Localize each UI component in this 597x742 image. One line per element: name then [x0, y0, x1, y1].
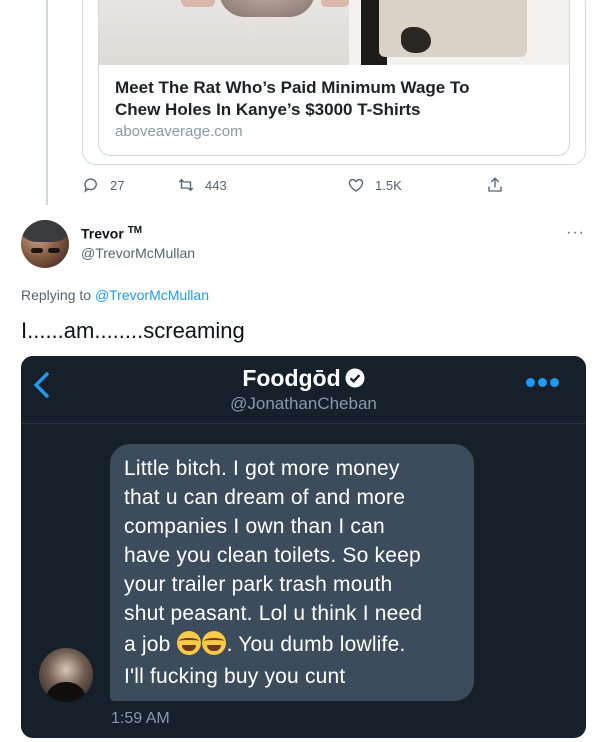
laughing-emoji-icon: [176, 631, 201, 655]
avatar-hair: [21, 220, 69, 242]
like-count: 1.5K: [375, 177, 402, 193]
message-line: shut peasant. Lol u think I need: [124, 602, 423, 625]
more-options-icon[interactable]: ···: [566, 224, 585, 242]
avatar-jacket: [45, 682, 87, 702]
reply-icon: [84, 178, 97, 193]
share-button[interactable]: [486, 176, 504, 194]
reply-count: 27: [110, 177, 125, 193]
dm-sender-avatar: [39, 648, 93, 702]
message-line: Little bitch. I got more money: [124, 457, 400, 480]
display-name[interactable]: Trevor TM: [81, 225, 142, 242]
message-bubble: Little bitch. I got more money that u ca…: [110, 444, 474, 701]
dot: [550, 378, 559, 387]
link-preview-image: [99, 0, 569, 65]
dot: [526, 378, 535, 387]
tweet-action-bar: 27 443 1.5K: [82, 176, 502, 198]
message-line: have you clean toilets. So keep: [124, 544, 421, 567]
display-name-suffix: TM: [127, 225, 143, 236]
shirt: [379, 0, 527, 57]
like-button[interactable]: 1.5K: [347, 176, 402, 194]
link-preview-title-line1: Meet The Rat Who’s Paid Minimum Wage To: [115, 78, 470, 97]
avatar[interactable]: [21, 220, 69, 268]
display-name-text: Trevor: [81, 225, 124, 242]
rat-body: [219, 0, 315, 17]
dm-contact-handle: @JonathanCheban: [230, 394, 377, 413]
thread-connector-line: [46, 0, 48, 205]
message-line: companies I own than I can: [124, 515, 385, 538]
dm-contact-name: Foodgōd: [21, 365, 586, 392]
retweet-icon: [178, 178, 194, 192]
like-icon: [348, 178, 364, 192]
retweet-button[interactable]: 443: [177, 176, 227, 194]
reply-button[interactable]: 27: [82, 176, 124, 194]
avatar-eye: [31, 248, 43, 253]
message-line: your trailer park trash mouth: [124, 573, 393, 596]
link-preview-title-line2: Chew Holes In Kanye’s $3000 T-Shirts: [115, 100, 421, 119]
rat-photo: [99, 0, 349, 65]
shirt-photo: [349, 0, 569, 65]
link-preview-card[interactable]: Meet The Rat Who’s Paid Minimum Wage To …: [98, 0, 570, 156]
link-preview-domain: aboveaverage.com: [115, 123, 243, 140]
tweet-text: I......am........screaming: [21, 318, 245, 343]
shirt-hole: [401, 27, 431, 53]
dm-header: Foodgōd @JonathanCheban: [21, 356, 586, 424]
replying-to: Replying to @TrevorMcMullan: [21, 287, 209, 303]
message-line: I'll fucking buy you cunt: [124, 665, 346, 688]
link-preview-text: Meet The Rat Who’s Paid Minimum Wage To …: [115, 77, 555, 140]
dm-more-options-icon: [526, 378, 559, 387]
share-icon: [488, 177, 502, 192]
message-line: that u can dream of and more: [124, 486, 406, 509]
rat-paw: [321, 0, 349, 7]
dm-contact-name-text: Foodgōd: [242, 365, 341, 391]
message-line-with-emoji: a job . You dumb lowlife.: [124, 628, 460, 662]
dot: [538, 378, 547, 387]
message-segment: . You dumb lowlife.: [226, 633, 406, 656]
message-segment: a job: [124, 633, 177, 656]
avatar-eye: [48, 248, 60, 253]
laughing-emoji-icon: [201, 631, 226, 655]
retweet-count: 443: [205, 177, 227, 193]
message-timestamp: 1:59 AM: [111, 710, 170, 727]
replying-prefix: Replying to: [21, 287, 95, 303]
rat-paw: [181, 0, 215, 7]
verified-badge-icon: [345, 368, 365, 388]
dm-screenshot-image[interactable]: Foodgōd @JonathanCheban Little bitch. I …: [21, 356, 586, 738]
user-handle[interactable]: @TrevorMcMullan: [81, 245, 195, 261]
replying-mention-link[interactable]: @TrevorMcMullan: [95, 287, 209, 303]
